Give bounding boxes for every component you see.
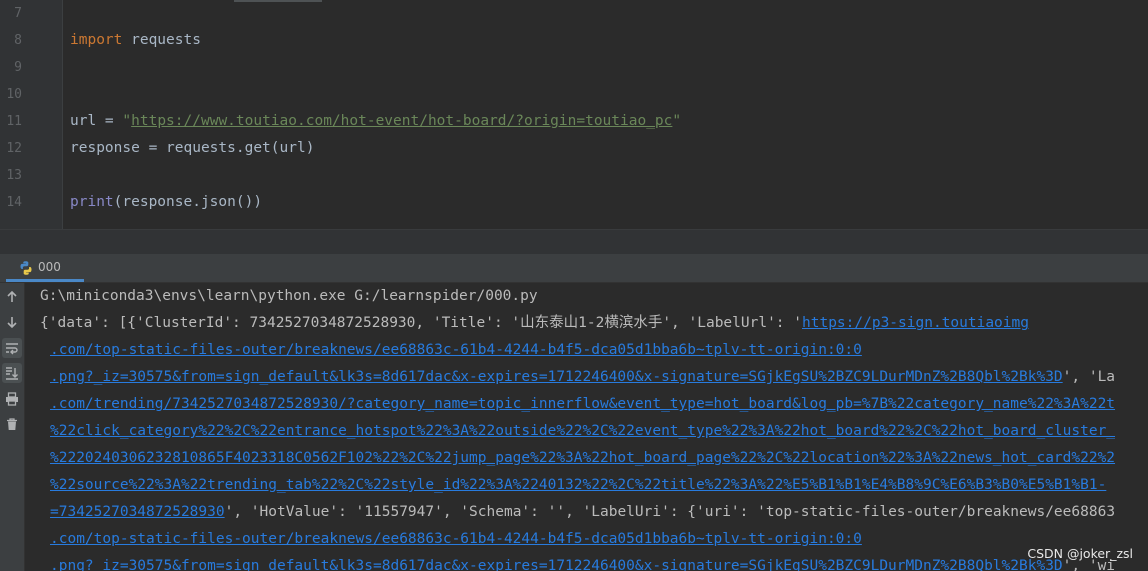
code-editor[interactable]: 7 8 import requests 9 10 11 url = "https…: [0, 0, 1148, 229]
output-link[interactable]: .com/trending/7342527034872528930/?categ…: [50, 396, 1115, 412]
scroll-to-end-button[interactable]: [2, 363, 22, 383]
output-link[interactable]: %22click_category%22%2C%22entrance_hotsp…: [50, 423, 1115, 439]
line-number: 12: [6, 141, 22, 156]
output-link[interactable]: https://p3-sign.toutiaoimg: [802, 315, 1029, 331]
line-number: 14: [6, 195, 22, 210]
arrow-down-icon: [7, 317, 17, 329]
trash-icon: [7, 418, 17, 430]
console-line: .com/top-static-files-outer/breaknews/ee…: [50, 526, 862, 553]
code-text[interactable]: print(response.json()): [70, 189, 262, 216]
console-line: G:\miniconda3\envs\learn\python.exe G:/l…: [40, 288, 538, 304]
console-line: %22click_category%22%2C%22entrance_hotsp…: [50, 418, 1115, 445]
console-line: %22source%22%3A%22trending_tab%22%2C%22s…: [50, 472, 1106, 499]
code-line-12: 12 response = requests.get(url): [0, 135, 1148, 162]
url-string-link[interactable]: https://www.toutiao.com/hot-event/hot-bo…: [131, 113, 672, 129]
clear-all-button[interactable]: [2, 414, 22, 434]
output-link[interactable]: .png?_iz=30575&from=sign_default&lk3s=8d…: [50, 558, 1063, 571]
code-text[interactable]: response = requests.get(url): [70, 135, 314, 162]
builtin-print: print: [70, 194, 114, 210]
soft-wrap-button[interactable]: [2, 338, 22, 358]
console-line: {'data': [{'ClusterId': 7342527034872528…: [40, 310, 1029, 337]
output-link[interactable]: .com/top-static-files-outer/breaknews/ee…: [50, 342, 862, 358]
active-tab-indicator: [6, 279, 84, 282]
output-link[interactable]: %22source%22%3A%22trending_tab%22%2C%22s…: [50, 477, 1106, 493]
output-link[interactable]: .com/top-static-files-outer/breaknews/ee…: [50, 531, 862, 547]
arrow-up-icon: [7, 290, 17, 302]
string-quote-close: ": [672, 113, 682, 129]
run-console-output[interactable]: G:\miniconda3\envs\learn\python.exe G:/l…: [25, 283, 1148, 571]
console-line: .com/top-static-files-outer/breaknews/ee…: [50, 337, 862, 364]
run-tab-label: 000: [38, 260, 61, 274]
down-button[interactable]: [2, 312, 22, 332]
line-number: 10: [6, 87, 22, 102]
output-link[interactable]: %2220240306232810865F4023318C0562F102%22…: [50, 450, 1115, 466]
panel-splitter[interactable]: [0, 229, 1148, 255]
csdn-watermark: CSDN @joker_zsl: [1027, 546, 1133, 561]
line-number: 8: [14, 33, 22, 48]
line-number: 9: [14, 60, 22, 75]
output-text: ', 'La: [1062, 369, 1116, 385]
console-line: %2220240306232810865F4023318C0562F102%22…: [50, 445, 1115, 472]
console-line: =7342527034872528930', 'HotValue': '1155…: [50, 499, 1115, 526]
line-number: 13: [6, 168, 22, 183]
string-quote-open: ": [122, 113, 132, 129]
code-line-10: 10: [0, 81, 1148, 108]
soft-wrap-icon: [6, 343, 18, 355]
code-line-13: 13: [0, 162, 1148, 189]
line-number: 7: [14, 6, 22, 21]
output-link[interactable]: =7342527034872528930: [50, 504, 225, 520]
code-text[interactable]: import requests: [70, 27, 201, 54]
variable-url: url: [70, 113, 97, 129]
print-args: (response.json()): [113, 194, 263, 210]
line-number: 11: [6, 114, 22, 129]
console-line: .com/trending/7342527034872528930/?categ…: [50, 391, 1115, 418]
console-line: .png?_iz=30575&from=sign_default&lk3s=8d…: [50, 364, 1115, 391]
code-line-14: 14 print(response.json()): [0, 189, 1148, 216]
console-line: .png?_iz=30575&from=sign_default&lk3s=8d…: [50, 553, 1115, 571]
code-line-7: 7: [0, 0, 1148, 27]
module-name: requests: [122, 32, 201, 48]
scroll-to-end-icon: [6, 367, 18, 380]
run-toolbar: [0, 283, 25, 571]
run-tab-000[interactable]: 000: [6, 254, 84, 282]
code-text[interactable]: url = "https://www.toutiao.com/hot-event…: [70, 108, 681, 135]
assign-operator: =: [96, 113, 123, 129]
code-line-8: 8 import requests: [0, 27, 1148, 54]
keyword-import: import: [70, 32, 123, 48]
run-panel-header: 000: [0, 254, 1148, 283]
code-line-11: 11 url = "https://www.toutiao.com/hot-ev…: [0, 108, 1148, 135]
output-link[interactable]: .png?_iz=30575&from=sign_default&lk3s=8d…: [50, 369, 1063, 385]
print-icon: [6, 392, 18, 406]
output-text: {'data': [{'ClusterId': 7342527034872528…: [40, 315, 802, 331]
output-text: ', 'HotValue': '11557947', 'Schema': '',…: [224, 504, 1116, 520]
code-line-9: 9: [0, 54, 1148, 81]
python-icon: [20, 261, 32, 275]
print-button[interactable]: [2, 389, 22, 409]
rerun-up-button[interactable]: [2, 287, 22, 307]
